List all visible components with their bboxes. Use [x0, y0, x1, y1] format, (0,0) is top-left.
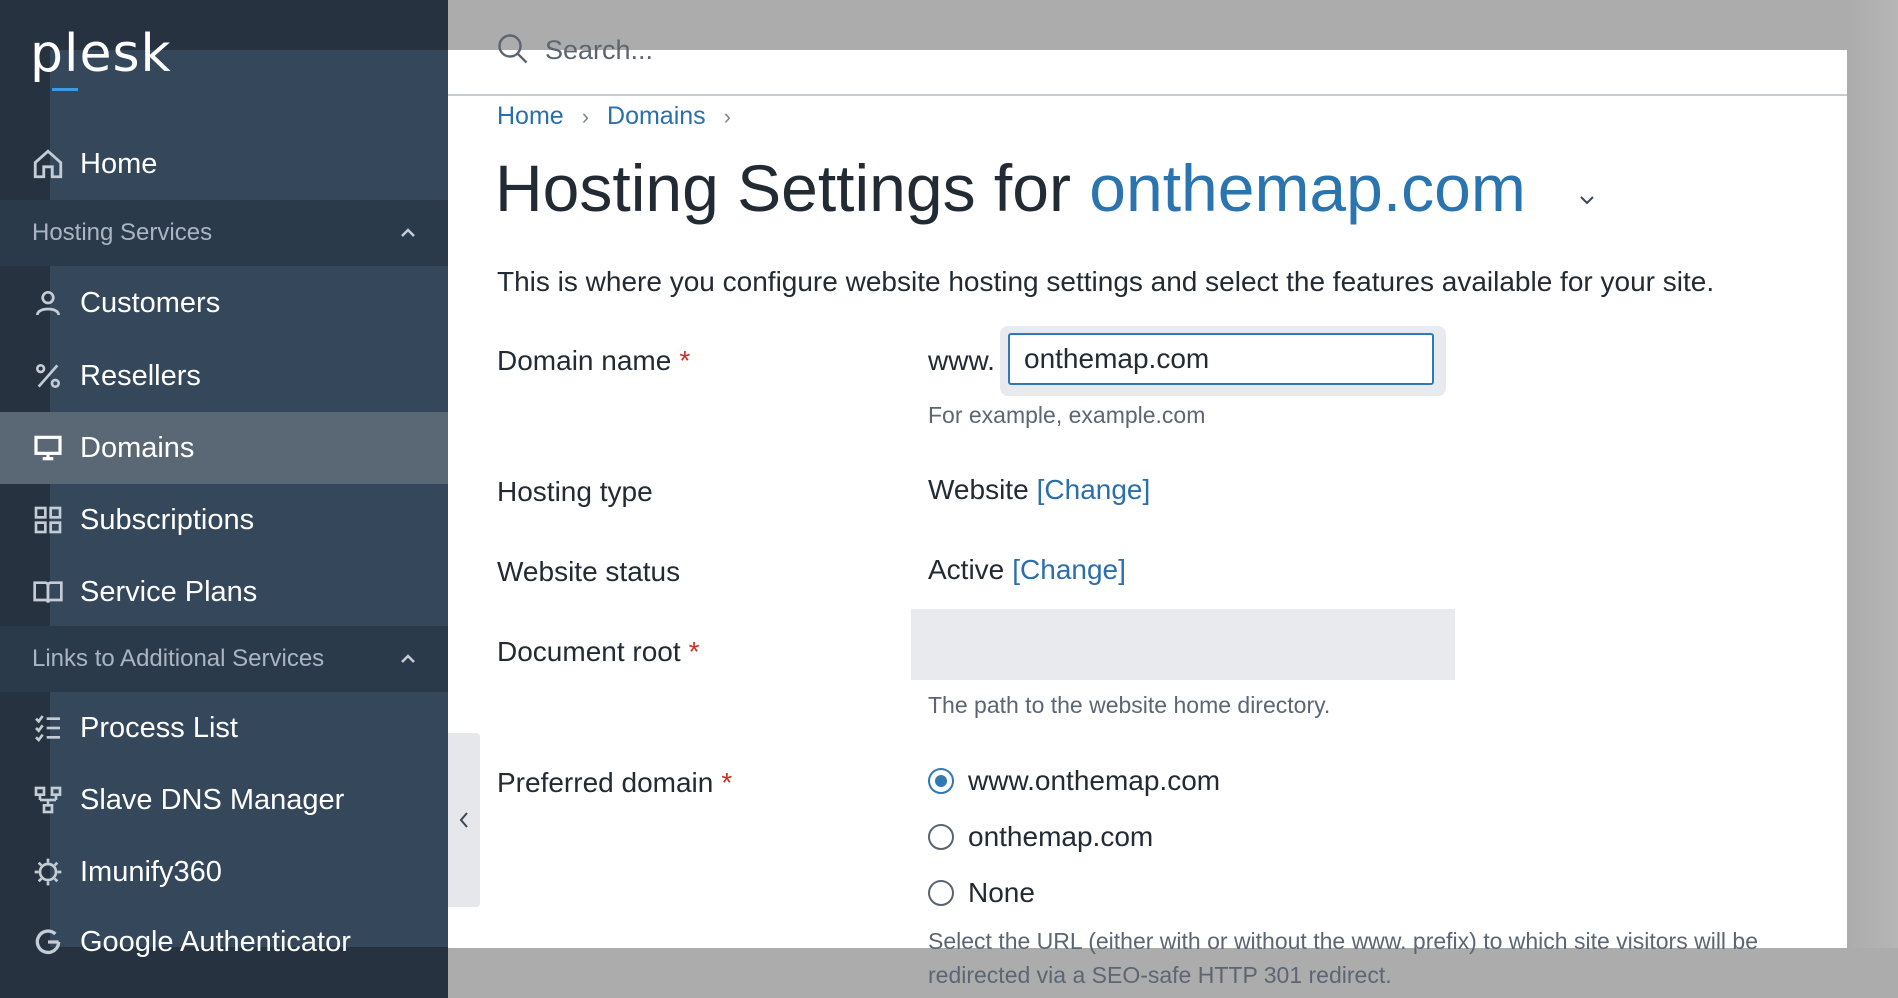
radio-label: www.onthemap.com — [968, 765, 1221, 796]
sidebar-item-label: Customers — [80, 286, 221, 319]
search-icon[interactable] — [495, 31, 533, 69]
sidebar-item-home[interactable]: Home — [0, 128, 448, 200]
radio-label: None — [968, 877, 1035, 908]
home-icon — [30, 146, 66, 182]
required-marker: * — [721, 767, 733, 798]
sidebar-item-label: Imunify360 — [80, 855, 222, 888]
document-root-input[interactable] — [911, 609, 1455, 680]
breadcrumb-domains[interactable]: Domains — [607, 102, 706, 131]
page-title-prefix: Hosting Settings for — [495, 151, 1090, 225]
sidebar-item-label: Resellers — [80, 359, 201, 392]
sidebar-item-label: Service Plans — [80, 575, 258, 608]
google-icon — [30, 924, 66, 960]
website-status-value: Active [Change] — [928, 554, 1126, 586]
domain-input-focus-ring — [1000, 326, 1446, 396]
chevron-down-icon[interactable] — [1575, 188, 1599, 212]
page-description: This is where you configure website host… — [497, 266, 1715, 297]
network-icon — [30, 782, 66, 818]
sidebar-section-label: Hosting Services — [32, 219, 213, 246]
radio-button[interactable] — [928, 824, 954, 850]
document-root-label: Document root * — [497, 636, 700, 668]
change-hosting-type-link[interactable]: [Change] — [1037, 474, 1151, 505]
user-icon — [30, 285, 66, 321]
search-input[interactable] — [543, 33, 1047, 67]
website-status-text: Active — [928, 554, 1005, 585]
sidebar-item-resellers[interactable]: Resellers — [0, 340, 448, 412]
radio-label: onthemap.com — [968, 821, 1154, 852]
search-bar — [448, 22, 1047, 78]
sidebar: plesk Home Hosting Services Customers Re… — [0, 0, 448, 998]
sidebar-item-subscriptions[interactable]: Subscriptions — [0, 484, 448, 556]
sidebar-item-label: Domains — [80, 431, 195, 464]
sidebar-item-label: Slave DNS Manager — [80, 783, 345, 816]
radio-button-checked[interactable] — [928, 768, 954, 794]
header-divider — [448, 94, 1847, 96]
chevron-right-icon: › — [723, 103, 731, 129]
sidebar-item-label: Subscriptions — [80, 503, 255, 536]
required-marker: * — [688, 636, 700, 667]
book-icon — [30, 574, 66, 610]
checklist-icon — [30, 710, 66, 746]
sidebar-item-label: Google Authenticator — [80, 925, 351, 958]
preferred-domain-option-none[interactable]: None — [928, 877, 1035, 909]
domain-name-input[interactable] — [1008, 333, 1434, 385]
plesk-logo[interactable]: plesk — [30, 24, 172, 84]
document-root-hint: The path to the website home directory. — [928, 692, 1331, 718]
sidebar-item-domains[interactable]: Domains — [0, 412, 448, 484]
percent-icon — [30, 358, 66, 394]
sidebar-collapse-handle[interactable] — [448, 733, 480, 907]
sidebar-section-hosting-services[interactable]: Hosting Services — [0, 200, 448, 266]
hosting-type-text: Website — [928, 474, 1029, 505]
sidebar-item-slave-dns-manager[interactable]: Slave DNS Manager — [0, 764, 448, 836]
shield-gear-icon — [30, 854, 66, 890]
website-status-label: Website status — [497, 556, 681, 587]
preferred-domain-option-www[interactable]: www.onthemap.com — [928, 765, 1220, 797]
page-title: Hosting Settings for onthemap.com — [495, 150, 1526, 226]
sidebar-section-links[interactable]: Links to Additional Services — [0, 626, 448, 692]
sidebar-item-label: Process List — [80, 711, 238, 744]
www-prefix: www. — [928, 345, 995, 376]
chevron-right-icon: › — [581, 103, 590, 129]
domain-name-label: Domain name * — [497, 345, 690, 377]
domain-name-label-text: Domain name — [497, 345, 672, 376]
domain-switcher-link[interactable]: onthemap.com — [1089, 151, 1526, 225]
sidebar-item-service-plans[interactable]: Service Plans — [0, 556, 448, 628]
sidebar-item-label: Home — [80, 147, 158, 180]
radio-button[interactable] — [928, 880, 954, 906]
sidebar-item-imunify360[interactable]: Imunify360 — [0, 836, 448, 908]
sidebar-item-customers[interactable]: Customers — [0, 267, 448, 339]
logo-accent — [52, 88, 78, 91]
chevron-up-icon — [398, 223, 418, 243]
grid-icon — [30, 502, 66, 538]
preferred-domain-label: Preferred domain * — [497, 767, 732, 799]
chevron-up-icon — [398, 649, 418, 669]
sidebar-item-process-list[interactable]: Process List — [0, 692, 448, 764]
hosting-type-value: Website [Change] — [928, 474, 1150, 506]
document-root-label-text: Document root — [497, 636, 681, 667]
sidebar-section-label: Links to Additional Services — [32, 645, 325, 672]
required-marker: * — [679, 345, 691, 376]
domain-name-hint: For example, example.com — [928, 402, 1206, 428]
sidebar-item-google-authenticator[interactable]: Google Authenticator — [0, 906, 448, 978]
chevron-left-icon — [459, 812, 468, 828]
preferred-domain-hint: Select the URL (either with or without t… — [928, 928, 1759, 988]
window-edge — [1847, 0, 1898, 998]
breadcrumb-home[interactable]: Home — [497, 102, 564, 131]
monitor-icon — [30, 430, 66, 466]
hosting-type-label: Hosting type — [497, 476, 653, 507]
preferred-domain-option-bare[interactable]: onthemap.com — [928, 821, 1153, 853]
breadcrumb: Home › Domains › — [497, 102, 749, 131]
preferred-domain-label-text: Preferred domain — [497, 767, 714, 798]
change-website-status-link[interactable]: [Change] — [1012, 554, 1126, 585]
